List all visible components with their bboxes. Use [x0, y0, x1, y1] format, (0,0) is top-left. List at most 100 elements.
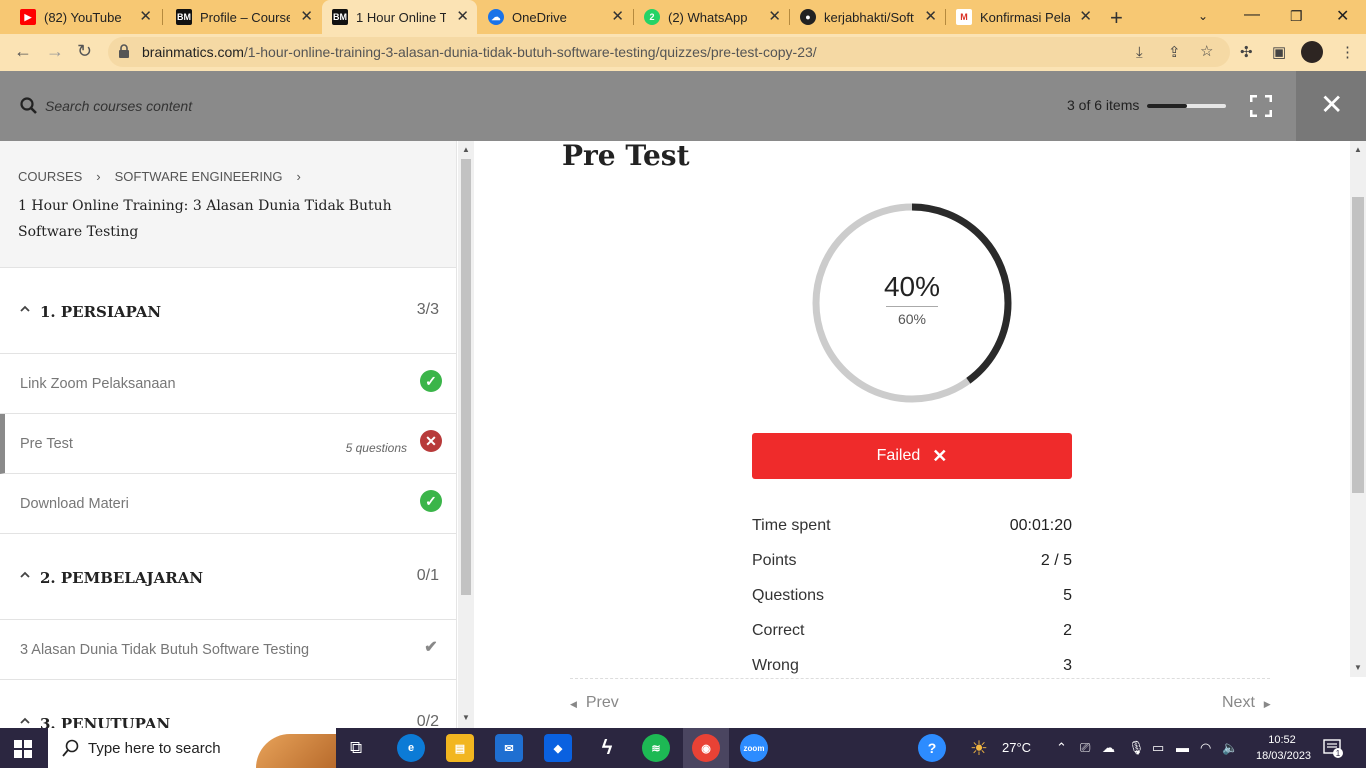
- help-icon[interactable]: ?: [918, 734, 946, 762]
- clock-time: 10:52: [1268, 734, 1296, 746]
- section-pembelajaran[interactable]: 2. PEMBELAJARAN 0/1: [0, 534, 456, 620]
- viewed-check-icon: ✔: [424, 639, 438, 656]
- scrollbar-thumb[interactable]: [1352, 197, 1364, 493]
- share-icon[interactable]: ⇪: [1168, 43, 1181, 61]
- chevron-up-icon: [20, 571, 30, 578]
- chevron-up-icon: [20, 305, 30, 312]
- search-courses-input[interactable]: Search courses content: [45, 98, 192, 114]
- prev-button[interactable]: ◀ Prev: [570, 694, 619, 712]
- browser-tab-strip: ▶ (82) YouTube ✕ BM Profile – Course ✕ B…: [0, 0, 1366, 34]
- new-tab-button[interactable]: +: [1110, 5, 1123, 31]
- weather-icon[interactable]: ☀: [970, 736, 988, 761]
- tab-title: (2) WhatsApp: [668, 9, 748, 25]
- tab-title: Konfirmasi Pelaks: [980, 9, 1070, 25]
- close-tab-icon[interactable]: ✕: [924, 9, 937, 25]
- sidebar-scrollbar[interactable]: ▲ ▼: [458, 141, 474, 728]
- extensions-icon[interactable]: ✣: [1240, 43, 1253, 61]
- meet-now-icon[interactable]: ⎚: [1080, 740, 1090, 756]
- battery-icon[interactable]: ▬: [1176, 740, 1189, 755]
- notification-icon[interactable]: 1: [1323, 738, 1343, 758]
- mail-icon[interactable]: ✉: [495, 734, 523, 762]
- bookmark-star-icon[interactable]: ☆: [1200, 42, 1213, 60]
- lesson-item-3-alasan[interactable]: 3 Alasan Dunia Tidak Butuh Software Test…: [0, 620, 456, 680]
- close-tab-icon[interactable]: ✕: [300, 9, 313, 25]
- breadcrumb-category[interactable]: SOFTWARE ENGINEERING: [115, 169, 283, 184]
- menu-kebab-icon[interactable]: ⋮: [1340, 43, 1355, 61]
- close-tab-icon[interactable]: ✕: [139, 9, 152, 25]
- close-icon: ✕: [1320, 89, 1344, 120]
- result-stats: Time spent 00:01:20 Points 2 / 5 Questio…: [752, 509, 1072, 684]
- scroll-down-arrow-icon[interactable]: ▼: [1354, 663, 1362, 672]
- lesson-item-pre-test[interactable]: Pre Test 5 questions ✕: [0, 414, 456, 474]
- stat-label: Questions: [752, 587, 825, 604]
- system-clock[interactable]: 10:52 18/03/2023: [1256, 732, 1311, 764]
- chevron-up-icon[interactable]: ⌃: [1056, 740, 1067, 756]
- onedrive-icon[interactable]: ☁: [1102, 740, 1115, 756]
- browser-tab-gmail[interactable]: M Konfirmasi Pelaks ✕: [946, 0, 1100, 34]
- browser-tab-profile[interactable]: BM Profile – Course ✕: [166, 0, 321, 34]
- close-course-button[interactable]: ✕: [1296, 71, 1366, 141]
- close-tab-icon[interactable]: ✕: [1079, 9, 1092, 25]
- spotify-icon[interactable]: ≋: [642, 734, 670, 762]
- browser-tab-github[interactable]: ● kerjabhakti/Softw ✕: [790, 0, 945, 34]
- browser-tab-youtube[interactable]: ▶ (82) YouTube ✕: [0, 0, 160, 34]
- chrome-icon[interactable]: ◉: [692, 734, 720, 762]
- browser-tab-onedrive[interactable]: ☁ OneDrive ✕: [478, 0, 632, 34]
- close-tab-icon[interactable]: ✕: [456, 9, 469, 25]
- temperature[interactable]: 27°C: [1002, 740, 1031, 755]
- scroll-up-arrow-icon[interactable]: ▲: [1354, 145, 1362, 154]
- wifi-icon[interactable]: ◠: [1200, 740, 1211, 756]
- content-scrollbar[interactable]: ▲ ▼: [1350, 141, 1366, 677]
- edge-icon[interactable]: e: [397, 734, 425, 762]
- close-tab-icon[interactable]: ✕: [768, 9, 781, 25]
- browser-tab-active[interactable]: BM 1 Hour Online Tra ✕: [322, 0, 477, 34]
- lightning-app-icon[interactable]: ϟ: [593, 734, 621, 762]
- taskbar-search-box[interactable]: Type here to search: [48, 728, 336, 768]
- microphone-icon[interactable]: 🎙: [1128, 740, 1145, 756]
- tablet-icon[interactable]: ▭: [1152, 740, 1164, 756]
- completed-check-icon: ✓: [420, 370, 442, 392]
- close-window-button[interactable]: ✕: [1336, 6, 1349, 26]
- restore-button[interactable]: ❐: [1290, 8, 1303, 25]
- completed-check-icon: ✓: [420, 490, 442, 512]
- scroll-down-arrow-icon[interactable]: ▼: [462, 713, 470, 722]
- search-icon: [62, 739, 79, 757]
- task-view-icon[interactable]: ⧉: [350, 738, 362, 758]
- url-path: /1-hour-online-training-3-alasan-dunia-t…: [243, 44, 817, 60]
- windows-start-icon[interactable]: [14, 740, 32, 758]
- stat-row: Time spent 00:01:20: [752, 509, 1072, 544]
- scroll-up-arrow-icon[interactable]: ▲: [462, 145, 470, 154]
- tab-title: 1 Hour Online Tra: [356, 9, 446, 25]
- taskbar-search-placeholder: Type here to search: [88, 740, 221, 757]
- course-progress-bar: [1147, 104, 1226, 108]
- forward-button[interactable]: →: [46, 41, 64, 62]
- install-icon[interactable]: ⤓: [1136, 44, 1143, 61]
- lesson-item-link-zoom[interactable]: Link Zoom Pelaksanaan ✓: [0, 354, 456, 414]
- volume-icon[interactable]: 🔈: [1222, 740, 1238, 756]
- close-tab-icon[interactable]: ✕: [611, 9, 624, 25]
- reload-button[interactable]: ↻: [77, 41, 92, 62]
- address-bar[interactable]: brainmatics.com/1-hour-online-training-3…: [108, 37, 1230, 67]
- tab-search-chevron-icon[interactable]: ⌄: [1198, 9, 1208, 23]
- caret-left-icon: ◀: [570, 699, 577, 709]
- failed-x-icon: ✕: [420, 430, 442, 452]
- minimize-button[interactable]: —: [1244, 6, 1260, 24]
- section-persiapan[interactable]: 1. PERSIAPAN 3/3: [0, 268, 456, 354]
- file-explorer-icon[interactable]: ▤: [446, 734, 474, 762]
- browser-tab-whatsapp[interactable]: 2 (2) WhatsApp ✕: [634, 0, 789, 34]
- course-title[interactable]: 1 Hour Online Training: 3 Alasan Dunia T…: [18, 193, 438, 245]
- dropbox-icon[interactable]: ◆: [544, 734, 572, 762]
- search-icon[interactable]: [20, 97, 37, 114]
- section-penutupan[interactable]: 3. PENUTUPAN 0/2: [0, 680, 456, 728]
- back-button[interactable]: ←: [14, 41, 32, 62]
- stat-label: Points: [752, 552, 797, 569]
- scrollbar-thumb[interactable]: [461, 159, 471, 595]
- breadcrumb-courses[interactable]: COURSES: [18, 169, 82, 184]
- lesson-item-download-materi[interactable]: Download Materi ✓: [0, 474, 456, 534]
- zoom-icon[interactable]: zoom: [740, 734, 768, 762]
- prev-label: Prev: [585, 694, 619, 711]
- fullscreen-icon[interactable]: [1250, 95, 1272, 117]
- profile-avatar[interactable]: [1301, 41, 1323, 63]
- side-panel-icon[interactable]: ▣: [1272, 43, 1286, 61]
- next-button[interactable]: Next ▶: [1222, 694, 1271, 712]
